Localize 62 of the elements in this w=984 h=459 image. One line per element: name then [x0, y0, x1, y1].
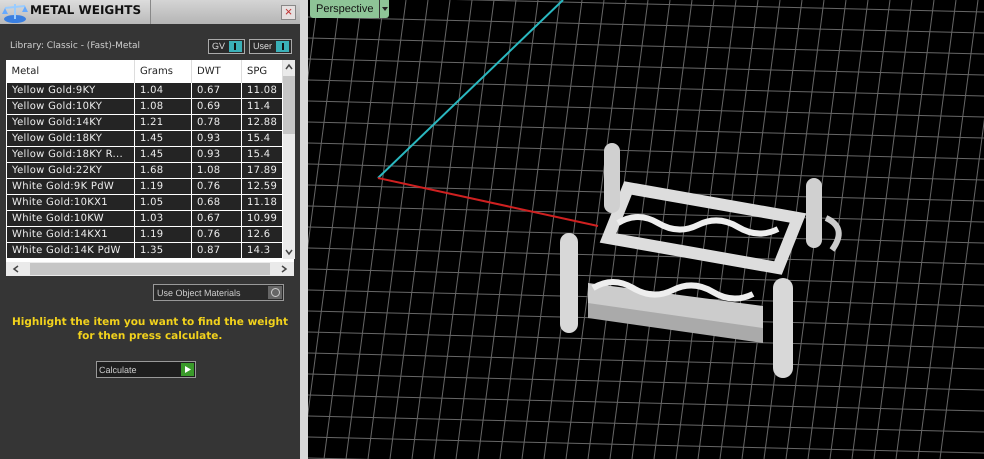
table-cell: 15.4 [242, 146, 282, 162]
table-cell: White Gold:10KW [6, 210, 134, 226]
scroll-down-icon[interactable] [285, 248, 293, 256]
caret-icon [379, 0, 390, 18]
table-cell: 1.45 [134, 146, 192, 162]
table-cell: Yellow Gold:10KY [6, 98, 134, 114]
table-cell: Yellow Gold:9KY [6, 82, 134, 98]
table-cell: White Gold:14K PdW [6, 242, 134, 258]
table-cell: 12.59 [242, 178, 282, 194]
table-cell: 0.68 [192, 194, 242, 210]
table-cell: 1.19 [134, 178, 192, 194]
library-label: Library: Classic - (Fast)-Metal [10, 41, 140, 51]
table-cell: 0.78 [192, 114, 242, 130]
scale-icon [2, 2, 28, 24]
close-button[interactable]: × [281, 4, 296, 20]
table-cell: 1.05 [134, 194, 192, 210]
table-cell: 0.93 [192, 146, 242, 162]
table-cell: 0.76 [192, 178, 242, 194]
table-cell: 1.68 [134, 162, 192, 178]
table-cell: 15.4 [242, 130, 282, 146]
table-cell: 1.45 [134, 130, 192, 146]
table-cell: 12.6 [242, 226, 282, 242]
table-cell: 11.4 [242, 98, 282, 114]
table-cell: 11.18 [242, 194, 282, 210]
table-cell: 12.88 [242, 114, 282, 130]
table-cell: 1.03 [134, 210, 192, 226]
scroll-left-icon[interactable] [12, 265, 20, 273]
toggle-button[interactable]: User [248, 38, 292, 54]
table-cell: White Gold:9K PdW [6, 178, 134, 194]
table-cell: 17.89 [242, 162, 282, 178]
table-cell: 1.35 [134, 242, 192, 258]
table-cell: 1.21 [134, 114, 192, 130]
table-cell: 10.99 [242, 210, 282, 226]
panel-title: METAL WEIGHTS [30, 3, 142, 17]
table-cell: 0.87 [192, 242, 242, 258]
vertical-scrollbar[interactable] [283, 60, 295, 259]
scroll-up-icon[interactable] [285, 63, 293, 71]
table-cell: 0.67 [192, 210, 242, 226]
table-cell: 1.08 [192, 162, 242, 178]
table-cell: 0.76 [192, 226, 242, 242]
object-materials-toggle[interactable]: Use Object Materials [153, 284, 284, 301]
table-cell: 1.04 [134, 82, 192, 98]
table-cell: Yellow Gold:22KY [6, 162, 134, 178]
table-cell: 11.08 [242, 82, 282, 98]
instruction-text: Highlight the item you want to find the weight for then press calculate. [11, 315, 289, 343]
table-cell: 0.67 [192, 82, 242, 98]
table-cell: Yellow Gold:18KY R... [6, 146, 134, 162]
view-mode-dropdown[interactable]: Perspective [310, 0, 390, 18]
calculate-button[interactable]: Calculate [96, 361, 196, 378]
horizontal-scrollbar[interactable] [6, 262, 294, 276]
table-cell: 14.3 [242, 242, 282, 258]
scroll-right-icon[interactable] [280, 265, 288, 273]
table-cell: 0.93 [192, 130, 242, 146]
table-cell: White Gold:14KX1 [6, 226, 134, 242]
toggle-button[interactable]: GV [208, 38, 245, 54]
play-icon [181, 363, 194, 376]
table-cell: Yellow Gold:14KY [6, 114, 134, 130]
table-cell: Yellow Gold:18KY [6, 130, 134, 146]
table-cell: 1.19 [134, 226, 192, 242]
table-cell: 0.69 [192, 98, 242, 114]
table-cell: White Gold:10KX1 [6, 194, 134, 210]
table-cell: 1.08 [134, 98, 192, 114]
